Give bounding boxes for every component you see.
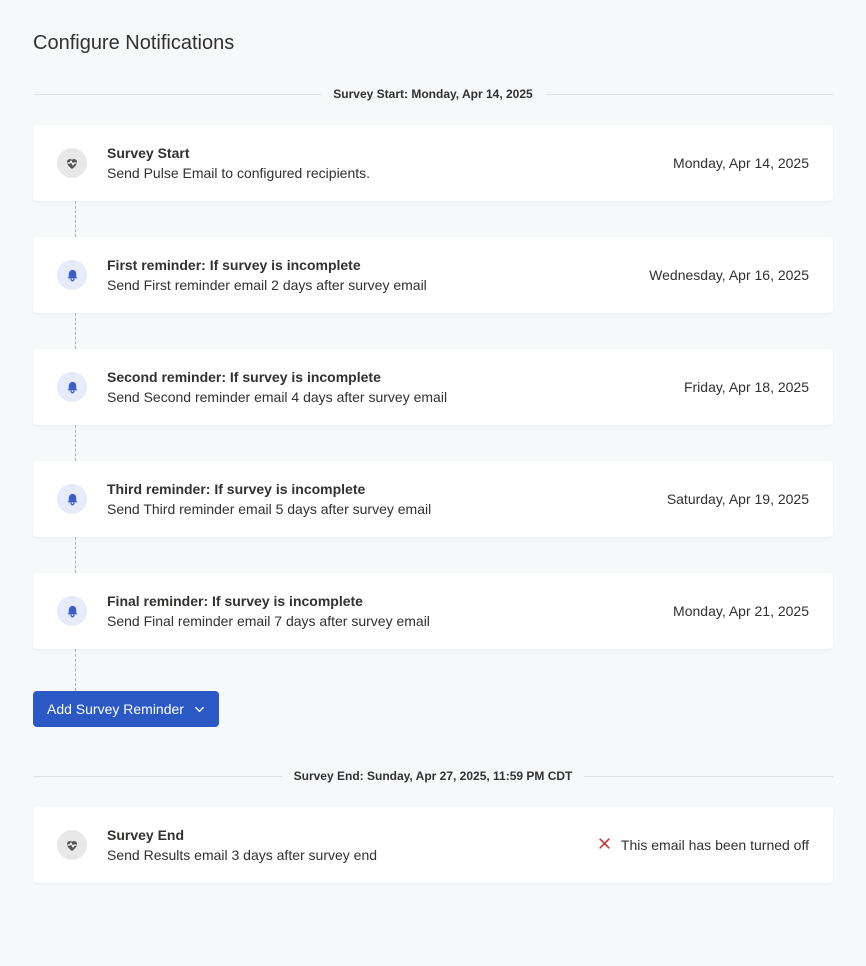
pulse-icon bbox=[57, 148, 87, 178]
card-date: Monday, Apr 14, 2025 bbox=[673, 155, 809, 171]
bell-icon bbox=[57, 484, 87, 514]
card-title: Survey Start bbox=[107, 145, 653, 161]
survey-start-divider: Survey Start: Monday, Apr 14, 2025 bbox=[33, 87, 833, 101]
add-button-label: Add Survey Reminder bbox=[47, 701, 184, 717]
card-survey-start[interactable]: Survey Start Send Pulse Email to configu… bbox=[33, 125, 833, 201]
card-date: Saturday, Apr 19, 2025 bbox=[667, 491, 809, 507]
pulse-icon bbox=[57, 830, 87, 860]
close-icon bbox=[598, 837, 611, 853]
card-date: Friday, Apr 18, 2025 bbox=[684, 379, 809, 395]
card-desc: Send Third reminder email 5 days after s… bbox=[107, 501, 647, 517]
card-survey-end[interactable]: Survey End Send Results email 3 days aft… bbox=[33, 807, 833, 883]
card-second-reminder[interactable]: Second reminder: If survey is incomplete… bbox=[33, 349, 833, 425]
card-title: Second reminder: If survey is incomplete bbox=[107, 369, 664, 385]
page-title: Configure Notifications bbox=[33, 32, 833, 55]
email-off-text: This email has been turned off bbox=[621, 837, 809, 853]
connector bbox=[75, 425, 76, 461]
card-date: Wednesday, Apr 16, 2025 bbox=[649, 267, 809, 283]
card-title: Survey End bbox=[107, 827, 578, 843]
bell-icon bbox=[57, 260, 87, 290]
card-title: Final reminder: If survey is incomplete bbox=[107, 593, 653, 609]
card-desc: Send Second reminder email 4 days after … bbox=[107, 389, 664, 405]
card-third-reminder[interactable]: Third reminder: If survey is incomplete … bbox=[33, 461, 833, 537]
notification-timeline: Survey Start Send Pulse Email to configu… bbox=[33, 125, 833, 727]
card-title: First reminder: If survey is incomplete bbox=[107, 257, 629, 273]
bell-icon bbox=[57, 596, 87, 626]
connector bbox=[75, 313, 76, 349]
card-desc: Send First reminder email 2 days after s… bbox=[107, 277, 629, 293]
card-title: Third reminder: If survey is incomplete bbox=[107, 481, 647, 497]
card-desc: Send Pulse Email to configured recipient… bbox=[107, 165, 653, 181]
add-survey-reminder-button[interactable]: Add Survey Reminder bbox=[33, 691, 219, 727]
card-desc: Send Results email 3 days after survey e… bbox=[107, 847, 578, 863]
survey-start-divider-text: Survey Start: Monday, Apr 14, 2025 bbox=[321, 87, 544, 101]
card-desc: Send Final reminder email 7 days after s… bbox=[107, 613, 653, 629]
card-final-reminder[interactable]: Final reminder: If survey is incomplete … bbox=[33, 573, 833, 649]
chevron-down-icon bbox=[194, 704, 205, 715]
bell-icon bbox=[57, 372, 87, 402]
survey-end-divider: Survey End: Sunday, Apr 27, 2025, 11:59 … bbox=[33, 769, 833, 783]
card-date: Monday, Apr 21, 2025 bbox=[673, 603, 809, 619]
survey-end-divider-text: Survey End: Sunday, Apr 27, 2025, 11:59 … bbox=[282, 769, 585, 783]
connector bbox=[75, 537, 76, 573]
card-first-reminder[interactable]: First reminder: If survey is incomplete … bbox=[33, 237, 833, 313]
connector bbox=[75, 649, 76, 691]
connector bbox=[75, 201, 76, 237]
